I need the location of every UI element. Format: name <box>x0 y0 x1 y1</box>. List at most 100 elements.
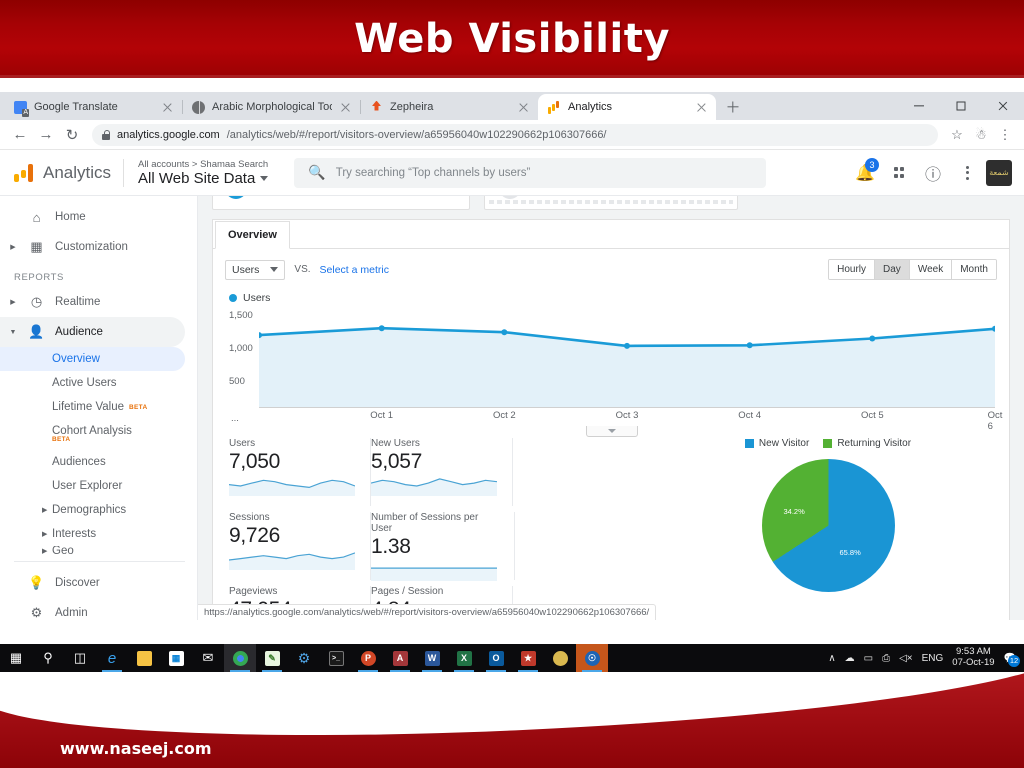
apps-grid-button[interactable] <box>884 158 914 188</box>
property-selector[interactable]: All Web Site Data <box>138 169 269 187</box>
browser-tab-arabic-morphological-tools[interactable]: Arabic Morphological Tools for T <box>182 94 360 120</box>
sidebar-item-interests[interactable]: ▶ Interests <box>0 522 185 546</box>
chart-expand-handle[interactable] <box>586 426 638 437</box>
reload-button[interactable]: ↻ <box>60 123 84 147</box>
onedrive-icon[interactable]: ☁ <box>845 653 855 664</box>
sidebar-item-geo[interactable]: ▶ Geo <box>0 546 185 555</box>
analytics-logo[interactable]: Analytics <box>0 163 123 183</box>
sidebar-item-demographics[interactable]: ▶ Demographics <box>0 498 185 522</box>
y-axis-tick: 1,000 <box>229 343 253 354</box>
new-tab-button[interactable] <box>720 94 746 120</box>
settings-icon[interactable]: ⚙ <box>288 644 320 672</box>
property-label: All Web Site Data <box>138 169 256 187</box>
sidebar-item-audience[interactable]: ▼ 👤 Audience <box>0 317 185 347</box>
clock-icon: ◷ <box>30 294 43 309</box>
sidebar-item-user-explorer[interactable]: User Explorer <box>0 474 185 498</box>
task-view-button[interactable]: ◫ <box>64 644 96 672</box>
notifications-button[interactable]: 🔔 3 <box>850 157 880 188</box>
browser-tab-zepheira[interactable]: Zepheira <box>360 94 538 120</box>
microsoft-store-icon[interactable]: ▦ <box>160 644 192 672</box>
edge-icon[interactable]: e <box>96 644 128 672</box>
close-icon[interactable] <box>517 101 530 114</box>
sidebar-item-label: Realtime <box>55 296 101 308</box>
analytics-body: ⌂ Home ▶ ▦ Customization REPORTS ▶ ◷ Rea… <box>0 196 1024 620</box>
file-explorer-icon[interactable] <box>128 644 160 672</box>
sidebar-item-home[interactable]: ⌂ Home <box>0 202 185 232</box>
clock[interactable]: 9:53 AM 07-Oct-19 <box>952 646 994 669</box>
panel-tabs: Overview <box>213 220 1009 249</box>
x-axis-labels: Oct 1 Oct 2 Oct 3 Oct 4 Oct 5 Oct 6 <box>259 410 1002 432</box>
search-button[interactable]: ⚲ <box>32 644 64 672</box>
more-options-button[interactable] <box>952 158 982 188</box>
sidebar-item-customization[interactable]: ▶ ▦ Customization <box>0 232 185 262</box>
notepad-app-icon[interactable]: ✎ <box>256 644 288 672</box>
sidebar-item-cohort-analysis[interactable]: Cohort Analysis BETA <box>0 419 185 443</box>
media-app-icon[interactable] <box>544 644 576 672</box>
sidebar-item-discover[interactable]: 💡 Discover <box>0 568 185 598</box>
close-icon[interactable] <box>161 101 174 114</box>
blue-app-icon[interactable]: ☉ <box>576 644 608 672</box>
metric-card: Number of Sessions per User 1.38 <box>371 512 515 581</box>
sidebar-subitem-label: Demographics <box>52 504 127 516</box>
antivirus-icon[interactable]: ★ <box>512 644 544 672</box>
account-selector[interactable]: All accounts > Shamaa Search All Web Sit… <box>124 159 282 187</box>
terminal-icon[interactable]: >_ <box>320 644 352 672</box>
close-icon[interactable] <box>695 101 708 114</box>
tab-overview[interactable]: Overview <box>215 221 290 249</box>
excel-icon[interactable]: X <box>448 644 480 672</box>
granularity-hourly[interactable]: Hourly <box>829 260 876 279</box>
chrome-menu-icon[interactable]: ⋮ <box>994 124 1016 146</box>
browser-window: Google Translate Arabic Morphological To… <box>0 92 1024 644</box>
metric-label: New Users <box>371 438 420 449</box>
sidebar-item-admin[interactable]: ⚙ Admin <box>0 598 185 620</box>
profile-avatar-icon[interactable]: ☃ <box>970 124 992 146</box>
sidebar-item-overview[interactable]: Overview <box>0 347 185 371</box>
legend-item-returning-visitor[interactable]: Returning Visitor <box>823 438 911 449</box>
minimize-button[interactable] <box>898 92 940 120</box>
help-button[interactable]: ⓘ <box>918 158 948 188</box>
granularity-week[interactable]: Week <box>909 260 953 279</box>
pie-chart[interactable]: 34.2% 65.8% <box>761 459 895 592</box>
tray-chevron-icon[interactable]: ∧ <box>828 653 835 664</box>
system-tray: ∧ ☁ ▭ ⎙ ◁× ENG 9:53 AM 07-Oct-19 💬12 <box>828 646 1024 669</box>
volume-muted-icon[interactable]: ◁× <box>899 653 913 664</box>
sidebar-item-label: Customization <box>55 241 128 253</box>
browser-tab-google-translate[interactable]: Google Translate <box>4 94 182 120</box>
forward-button[interactable]: → <box>34 123 58 147</box>
bookmark-star-icon[interactable]: ☆ <box>946 124 968 146</box>
network-icon[interactable]: ⎙ <box>882 653 890 664</box>
word-icon[interactable]: W <box>416 644 448 672</box>
chrome-icon[interactable] <box>224 644 256 672</box>
maximize-button[interactable] <box>940 92 982 120</box>
outlook-icon[interactable]: O <box>480 644 512 672</box>
legend-item-new-visitor[interactable]: New Visitor <box>744 438 809 449</box>
metric-select[interactable]: Users <box>225 259 286 280</box>
browser-tab-analytics[interactable]: Analytics <box>538 94 716 120</box>
close-window-button[interactable] <box>982 92 1024 120</box>
close-icon[interactable] <box>339 101 352 114</box>
metric-value: 1.38 <box>371 535 411 558</box>
address-bar[interactable]: analytics.google.com/analytics/web/#/rep… <box>92 123 938 146</box>
sidebar-item-audiences[interactable]: Audiences <box>0 450 185 474</box>
granularity-month[interactable]: Month <box>952 260 996 279</box>
sidebar-item-realtime[interactable]: ▶ ◷ Realtime <box>0 287 185 317</box>
display-icon[interactable]: ▭ <box>864 653 873 664</box>
avatar[interactable]: شمعة <box>986 159 1012 186</box>
powerpoint-icon[interactable]: P <box>352 644 384 672</box>
notification-center-icon[interactable]: 💬12 <box>1004 653 1020 667</box>
granularity-day[interactable]: Day <box>875 260 910 279</box>
metric-label: Number of Sessions per User <box>371 512 479 534</box>
sidebar-item-label: Admin <box>55 607 88 619</box>
language-indicator[interactable]: ENG <box>922 653 944 664</box>
search-input[interactable]: 🔍 Try searching “Top channels by users” <box>294 157 767 188</box>
select-a-metric-link[interactable]: Select a metric <box>320 264 389 276</box>
sidebar-item-active-users[interactable]: Active Users <box>0 371 185 395</box>
access-icon[interactable]: A <box>384 644 416 672</box>
start-button[interactable]: ▦ <box>0 644 32 672</box>
legend-swatch <box>229 294 237 302</box>
mail-icon[interactable]: ✉ <box>192 644 224 672</box>
back-button[interactable]: ← <box>8 123 32 147</box>
person-icon: 👤 <box>28 324 45 339</box>
sidebar-item-lifetime-value[interactable]: Lifetime Value BETA <box>0 395 185 419</box>
metric-value: 9,726 <box>229 524 281 547</box>
